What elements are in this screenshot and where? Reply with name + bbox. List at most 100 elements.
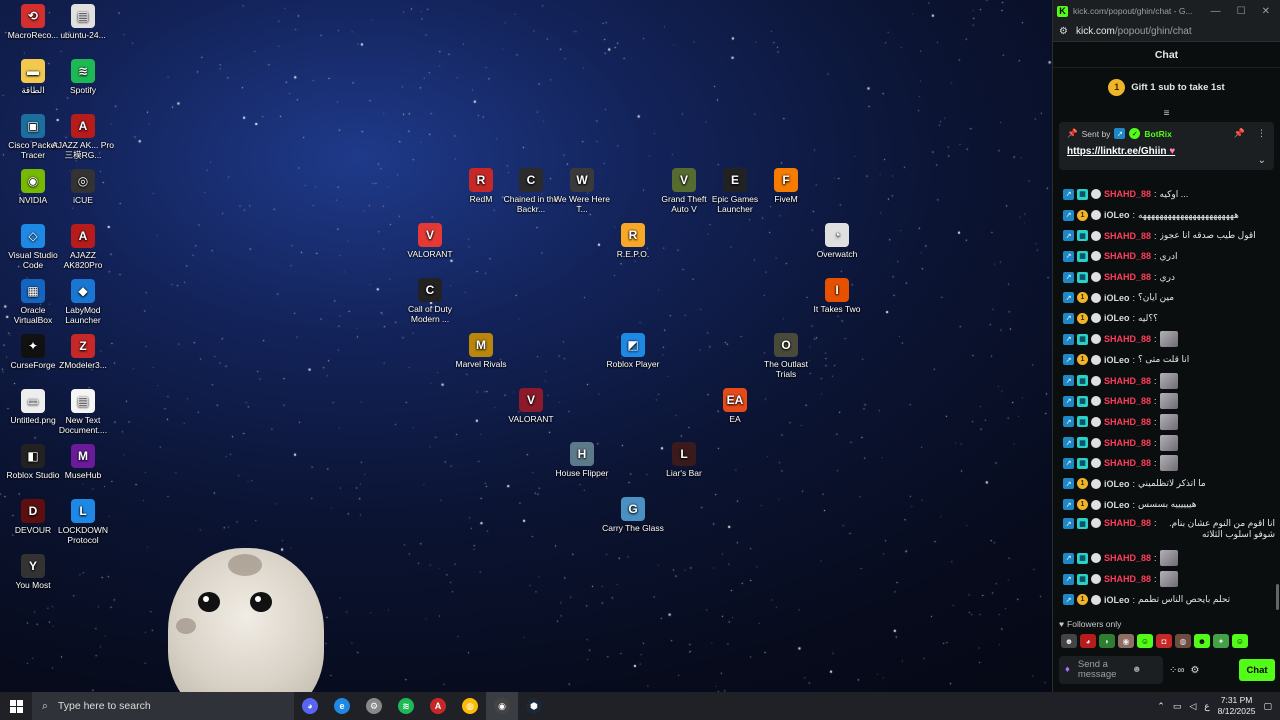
desktop-icon[interactable]: EA EA (704, 388, 766, 424)
notifications-icon[interactable]: ▢ (1263, 701, 1272, 712)
network-icon[interactable]: ▭ (1173, 701, 1182, 712)
chat-username[interactable]: SHAHD_88 (1104, 553, 1151, 563)
chat-username[interactable]: SHAHD_88 (1104, 231, 1151, 241)
chat-username[interactable]: iOLeo (1104, 500, 1130, 510)
taskbar-app-chrome[interactable]: ◍ (454, 692, 486, 720)
chat-username[interactable]: SHAHD_88 (1104, 574, 1151, 584)
chat-message[interactable]: ↗ ▦ SHAHD_88: (1063, 412, 1275, 433)
desktop-icon[interactable]: C Call of Duty Modern ... (399, 278, 461, 324)
desktop-icon[interactable]: F FiveM (755, 168, 817, 204)
chat-message[interactable]: ↗ ▦ SHAHD_88: (1063, 432, 1275, 453)
desktop-icon[interactable]: I It Takes Two (806, 278, 868, 314)
emote-button[interactable]: ☻ (1061, 634, 1077, 648)
send-message-input[interactable]: ♦ Send a message ☻ (1059, 656, 1163, 684)
emote-button[interactable]: ◗ (1099, 634, 1115, 648)
chat-emote[interactable] (1159, 413, 1178, 430)
desktop-icon[interactable]: ≋ Spotify (52, 59, 114, 95)
chat-emote[interactable] (1159, 455, 1178, 472)
emote-button[interactable]: ☻ (1194, 634, 1210, 648)
chat-scrollbar[interactable] (1276, 584, 1279, 610)
maximize-icon[interactable]: ☐ (1237, 6, 1246, 17)
desktop-icon[interactable]: A AJAZZ AK820Pro (52, 224, 114, 270)
chat-username[interactable]: SHAHD_88 (1104, 458, 1151, 468)
emote-button[interactable]: ☺ (1232, 634, 1248, 648)
chat-username[interactable]: SHAHD_88 (1104, 272, 1151, 282)
desktop-icon[interactable]: L Liar's Bar (653, 442, 715, 478)
chat-username[interactable]: SHAHD_88 (1104, 251, 1151, 261)
chat-emote[interactable] (1159, 550, 1178, 567)
emote-button[interactable]: ☺ (1137, 634, 1153, 648)
taskbar-app-discord[interactable]: ◕ (294, 692, 326, 720)
emote-picker-icon[interactable]: ♦ (1065, 665, 1070, 675)
desktop-icon[interactable]: V VALORANT (399, 223, 461, 259)
desktop-icon[interactable]: ◔ Overwatch (806, 223, 868, 259)
pinned-link[interactable]: https://linktr.ee/Ghiin (1067, 146, 1166, 157)
points-icon[interactable]: ⁘∞ (1169, 665, 1185, 676)
taskbar-app-edge[interactable]: e (326, 692, 358, 720)
emote-button[interactable]: ◘ (1156, 634, 1172, 648)
taskbar-app-ajazz[interactable]: A (422, 692, 454, 720)
desktop-icon[interactable]: O The Outlast Trials (755, 333, 817, 379)
taskbar-app-spotify[interactable]: ≋ (390, 692, 422, 720)
chat-message[interactable]: ↗ ▦ SHAHD_88: دري (1063, 267, 1275, 288)
chat-message[interactable]: ↗ ▦ SHAHD_88: (1063, 329, 1275, 350)
chat-username[interactable]: SHAHD_88 (1104, 518, 1151, 528)
chevron-down-icon[interactable]: ⌄ (1258, 155, 1266, 166)
address-bar[interactable]: ⚙ kick.com/popout/ghin/chat (1053, 22, 1280, 42)
desktop-icon[interactable]: ▤ New Text Document.... (52, 389, 114, 435)
chat-message[interactable]: ↗ 1 iOLeo: مين ايان؟ (1063, 287, 1275, 308)
chat-username[interactable]: iOLeo (1104, 479, 1130, 489)
window-titlebar[interactable]: K kick.com/popout/ghin/chat - G... — ☐ ✕ (1053, 0, 1280, 22)
chat-message[interactable]: ↗ ▦ SHAHD_88: ادري (1063, 246, 1275, 267)
chat-username[interactable]: SHAHD_88 (1104, 438, 1151, 448)
desktop-icon[interactable]: Y You Most (2, 554, 64, 590)
desktop-icon[interactable]: M Marvel Rivals (450, 333, 512, 369)
site-info-icon[interactable]: ⚙ (1059, 26, 1068, 37)
chat-message[interactable]: ↗ 1 iOLeo: هييييييه بسسس (1063, 494, 1275, 515)
minimize-icon[interactable]: — (1211, 6, 1221, 17)
emote-button[interactable]: ◕ (1080, 634, 1096, 648)
chevron-up-icon[interactable]: ⌃ (1157, 701, 1165, 712)
chat-message[interactable]: ↗ ▦ SHAHD_88:... اوكيه (1063, 184, 1275, 205)
chat-message[interactable]: ↗ 1 iOLeo: ؟؟ليه (1063, 308, 1275, 329)
chat-emote[interactable] (1159, 434, 1178, 451)
unpin-icon[interactable]: 📌 (1234, 128, 1245, 139)
send-chat-button[interactable]: Chat (1239, 659, 1275, 681)
desktop-icon[interactable]: ◩ Roblox Player (602, 333, 664, 369)
chat-username[interactable]: SHAHD_88 (1104, 396, 1151, 406)
desktop-icon[interactable]: L LOCKDOWN Protocol (52, 499, 114, 545)
chat-message[interactable]: ↗ ▦ SHAHD_88: (1063, 548, 1275, 569)
chat-message[interactable]: ↗ ▦ SHAHD_88: (1063, 453, 1275, 474)
chat-message[interactable]: ↗ ▦ SHAHD_88: انا اقوم من النوم عشان بنام. … (1063, 515, 1275, 548)
close-icon[interactable]: ✕ (1262, 6, 1270, 17)
chat-message[interactable]: ↗ 1 iOLeo: انا قلت متى ؟ (1063, 350, 1275, 371)
chat-username[interactable]: SHAHD_88 (1104, 417, 1151, 427)
taskbar-clock[interactable]: 7:31 PM 8/12/2025 (1218, 695, 1256, 717)
emote-button[interactable]: ◉ (1118, 634, 1134, 648)
smiley-icon[interactable]: ☻ (1132, 665, 1142, 675)
chat-message[interactable]: ↗ ▦ SHAHD_88: (1063, 370, 1275, 391)
desktop-icon[interactable]: M MuseHub (52, 444, 114, 480)
desktop-icon[interactable]: G Carry The Glass (602, 497, 664, 533)
chat-username[interactable]: iOLeo (1104, 293, 1130, 303)
chat-message[interactable]: ↗ ▦ SHAHD_88: (1063, 569, 1275, 590)
chat-message[interactable]: ↗ 1 iOLeo: ما اتذكر لاتظلميني (1063, 474, 1275, 495)
desktop-icon[interactable]: V VALORANT (500, 388, 562, 424)
emote-button[interactable]: ✦ (1213, 634, 1229, 648)
chat-username[interactable]: SHAHD_88 (1104, 376, 1151, 386)
chat-message[interactable]: ↗ ▦ SHAHD_88: اقول طيب صدقه انا عجوز (1063, 225, 1275, 246)
chat-message[interactable]: ↗ 1 iOLeo: تحلم بايحص الناس تطمم (1063, 589, 1275, 610)
chat-emote[interactable] (1159, 393, 1178, 410)
filter-lines-icon[interactable]: ≡ (1053, 106, 1280, 120)
chat-message[interactable]: ↗ 1 iOLeo: هههههههههههههههههههههههه (1063, 205, 1275, 226)
chat-username[interactable]: SHAHD_88 (1104, 334, 1151, 344)
chat-emote[interactable] (1159, 331, 1178, 348)
chat-username[interactable]: iOLeo (1104, 595, 1130, 605)
chat-message[interactable]: ↗ ▦ SHAHD_88: (1063, 391, 1275, 412)
desktop-icon[interactable]: R R.E.P.O. (602, 223, 664, 259)
chat-username[interactable]: iOLeo (1104, 313, 1130, 323)
taskbar-search-box[interactable]: ⌕ Type here to search (32, 692, 294, 720)
taskbar-app-steam[interactable]: ⬢ (518, 692, 550, 720)
taskbar-app-obs[interactable]: ◉ (486, 692, 518, 720)
desktop-icon[interactable]: Z ZModeler3... (52, 334, 114, 370)
